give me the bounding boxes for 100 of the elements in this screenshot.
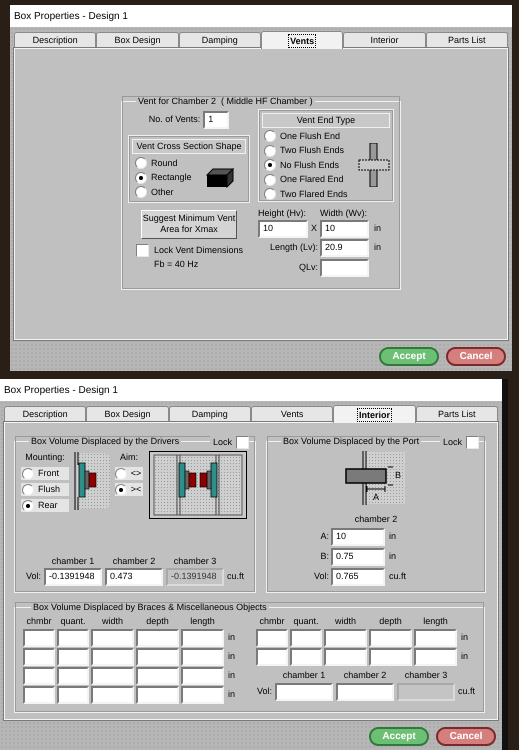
input-field[interactable]: 10 — [258, 220, 308, 238]
input-field[interactable] — [57, 648, 89, 666]
input-field[interactable] — [275, 682, 333, 700]
input-field[interactable] — [136, 686, 179, 704]
section-title: Vent Cross Section Shape — [132, 138, 246, 154]
input-field[interactable]: 20.9 — [320, 239, 369, 257]
input-field[interactable]: 0.75 — [331, 548, 385, 566]
input-field[interactable] — [256, 648, 288, 666]
unit-label: cu.ft — [458, 684, 476, 698]
field-label: QLv: — [298, 261, 319, 274]
input-field[interactable] — [324, 629, 367, 647]
input-field[interactable] — [414, 648, 457, 666]
input-field[interactable] — [57, 686, 89, 704]
tab[interactable]: Damping — [178, 32, 261, 48]
input-field[interactable]: 10 — [320, 220, 369, 238]
input-field[interactable] — [91, 686, 134, 704]
radio-button[interactable] — [22, 468, 34, 480]
tab[interactable]: Description — [14, 32, 96, 48]
option-label: Two Flared Ends — [280, 188, 348, 200]
option-label: Front — [38, 466, 60, 480]
input-field[interactable] — [290, 648, 322, 666]
tab[interactable]: Damping — [168, 406, 251, 422]
radio-button[interactable] — [135, 172, 147, 184]
field-label: Length (Lv): — [268, 241, 319, 254]
radio-button[interactable] — [22, 500, 34, 512]
checkbox[interactable] — [136, 244, 149, 257]
radio-button[interactable] — [114, 484, 127, 496]
checkbox[interactable] — [236, 436, 249, 449]
input-field[interactable] — [324, 648, 367, 666]
radio-button[interactable] — [114, 468, 127, 480]
column-header: width — [100, 614, 124, 628]
tab[interactable]: Box Design — [96, 32, 179, 48]
input-field[interactable] — [91, 629, 134, 647]
input-field[interactable] — [136, 629, 179, 647]
tab[interactable]: Parts List — [426, 32, 508, 48]
unit-label: cu.ft — [227, 570, 246, 584]
input-field[interactable] — [136, 648, 179, 666]
group-title: Box Volume Displaced by the Port — [282, 435, 420, 448]
option-label: Rear — [38, 498, 58, 512]
input-field[interactable] — [23, 667, 55, 685]
tab[interactable]: Description — [4, 406, 86, 422]
tab[interactable]: Interior — [333, 405, 416, 423]
option-label: Flush — [38, 482, 60, 496]
driver-mounting-drawing — [74, 451, 110, 510]
vent-end-drawing — [358, 143, 390, 188]
input-field[interactable]: 10 — [331, 528, 385, 546]
option-label: Rectangle — [151, 171, 192, 184]
section-title: Vent End Type — [262, 112, 390, 128]
input-field[interactable] — [181, 648, 224, 666]
radio-button[interactable] — [22, 484, 34, 496]
radio-button[interactable] — [135, 186, 147, 198]
input-field[interactable] — [181, 686, 224, 704]
radio-button[interactable] — [135, 157, 147, 170]
checkbox[interactable] — [466, 436, 479, 449]
input-field[interactable] — [57, 667, 89, 685]
unit-label: in — [227, 631, 236, 644]
tab[interactable]: Vents — [250, 406, 334, 422]
input-field[interactable] — [23, 648, 55, 666]
input-field[interactable] — [23, 629, 55, 647]
radio-button[interactable] — [264, 174, 276, 186]
input-field[interactable] — [91, 648, 134, 666]
unit-label: in — [227, 669, 236, 682]
window-title: Box Properties - Design 1 — [10, 5, 512, 27]
port-drawing — [345, 450, 405, 504]
suggest-button[interactable]: Suggest Minimum Vent Area for Xmax — [141, 210, 237, 238]
input-field[interactable] — [336, 682, 394, 700]
tab[interactable]: Vents — [260, 31, 344, 49]
input-field[interactable] — [57, 629, 89, 647]
tab[interactable]: Box Design — [86, 406, 169, 422]
tab[interactable]: Parts List — [416, 406, 498, 422]
input-field[interactable] — [91, 667, 134, 685]
column-header: chamber 2 — [342, 669, 388, 682]
input-field[interactable]: 0.473 — [105, 568, 163, 586]
input-field[interactable] — [369, 629, 412, 647]
input-field[interactable]: -0.1391948 — [44, 568, 102, 586]
input-field[interactable] — [136, 667, 179, 685]
option-label: <> — [130, 466, 142, 480]
input-field[interactable]: 1 — [203, 110, 230, 128]
radio-button[interactable] — [264, 144, 276, 157]
input-field[interactable] — [369, 648, 412, 666]
column-header: chamber 3 — [404, 669, 448, 682]
input-field[interactable] — [181, 629, 224, 647]
radio-button[interactable] — [264, 188, 276, 200]
radio-button[interactable] — [264, 159, 276, 172]
tab[interactable]: Interior — [343, 32, 426, 48]
field-label: Aim: — [120, 450, 138, 464]
input-field[interactable]: 0.765 — [331, 568, 385, 586]
input-field[interactable] — [23, 686, 55, 704]
lock-label: Lock — [442, 436, 462, 448]
group-title: Box Volume Displaced by Braces & Miscellaneous Objects — [32, 601, 268, 614]
column-header: depth — [145, 614, 170, 628]
column-header: chmbr — [25, 614, 52, 628]
column-header: length — [422, 614, 449, 628]
input-field[interactable] — [181, 667, 224, 685]
field-label: Vol: — [312, 570, 330, 584]
input-field[interactable] — [290, 629, 322, 647]
input-field[interactable] — [256, 629, 288, 647]
radio-button[interactable] — [264, 130, 276, 142]
input-field[interactable] — [320, 259, 369, 277]
input-field[interactable] — [414, 629, 457, 647]
